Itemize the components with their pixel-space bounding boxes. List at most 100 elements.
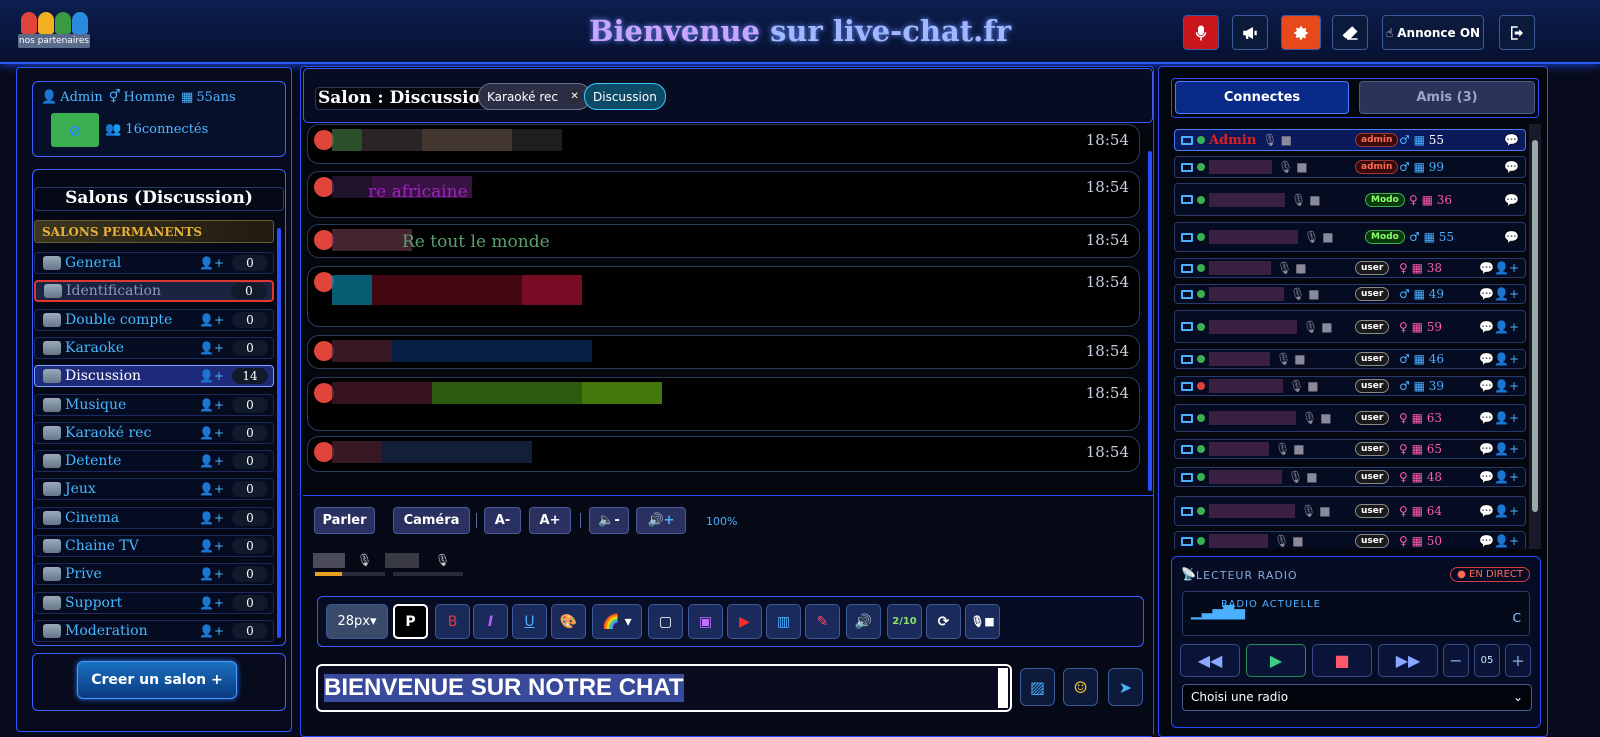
radio-select[interactable]: Choisi une radio ⌄ xyxy=(1182,684,1532,711)
play-button[interactable]: ▶ xyxy=(1246,644,1306,677)
add-user-icon[interactable]: 👤+ xyxy=(199,482,224,496)
add-user-icon[interactable]: 👤+ xyxy=(199,539,224,553)
tab-connected[interactable]: Connectes xyxy=(1175,81,1349,114)
input-scrollbar[interactable] xyxy=(998,668,1008,708)
chat-bubble-icon[interactable]: 💬👤+ xyxy=(1479,352,1519,366)
user-row[interactable]: 🎙 ■ user ♀ ▦ 50 💬👤+ xyxy=(1174,531,1526,549)
user-row[interactable]: 🎙 ■ user ♂ ▦ 49 💬👤+ xyxy=(1174,284,1526,304)
gallery-button[interactable]: ▣ xyxy=(688,604,723,639)
chat-bubble-icon[interactable]: 💬 xyxy=(1504,160,1519,174)
salon-item[interactable]: Identification 0 xyxy=(34,280,274,303)
chat-bubble-icon[interactable]: 💬👤+ xyxy=(1479,442,1519,456)
user-row[interactable]: Admin 🎙 ■ admin ♂ ▦ 55 💬 xyxy=(1174,129,1526,151)
logout-button[interactable] xyxy=(1499,15,1535,50)
send-button[interactable]: ➤ xyxy=(1108,668,1143,706)
chat-bubble-icon[interactable]: 💬👤+ xyxy=(1479,470,1519,484)
microphone-button[interactable] xyxy=(1183,15,1219,50)
underline-button[interactable]: U xyxy=(512,604,547,639)
chat-bubble-icon[interactable]: 💬👤+ xyxy=(1479,320,1519,334)
salon-item[interactable]: Moderation 👤+ 0 xyxy=(34,619,274,642)
tab-discussion[interactable]: Discussion xyxy=(584,83,666,110)
announce-button[interactable]: ☝ Annonce ON xyxy=(1382,15,1484,50)
chat-bubble-icon[interactable]: 💬👤+ xyxy=(1479,534,1519,548)
chat-scrollbar[interactable] xyxy=(1148,151,1152,491)
message-input[interactable]: BIENVENUE SUR NOTRE CHAT xyxy=(316,664,1012,712)
volume-minus-button[interactable]: − xyxy=(1443,644,1469,677)
add-user-icon[interactable]: 👤+ xyxy=(199,426,224,440)
eraser-button[interactable] xyxy=(1332,15,1368,50)
salon-item[interactable]: Karaoké rec 👤+ 0 xyxy=(34,421,274,444)
stop-button[interactable]: ■ xyxy=(1312,644,1372,677)
speak-button[interactable]: Parler xyxy=(314,507,375,534)
image-button[interactable]: ▨ xyxy=(1020,668,1055,706)
salon-item[interactable]: Support 👤+ 0 xyxy=(34,591,274,614)
mic-camera-button[interactable]: 🎙■ xyxy=(965,604,1000,639)
tab-friends[interactable]: Amis (3) xyxy=(1359,81,1535,114)
chat-bubble-icon[interactable]: 💬👤+ xyxy=(1479,504,1519,518)
user-row[interactable]: 🎙 ■ user ♂ ▦ 39 💬👤+ xyxy=(1174,376,1526,396)
user-list-scrollbar[interactable] xyxy=(1529,124,1541,549)
salon-item[interactable]: Prive 👤+ 0 xyxy=(34,563,274,586)
chat-bubble-icon[interactable]: 💬👤+ xyxy=(1479,379,1519,393)
settings-button[interactable] xyxy=(1281,15,1321,50)
tab-karaoke-rec[interactable]: Karaoké rec ✕ xyxy=(478,83,592,110)
chat-bubble-icon[interactable]: 💬👤+ xyxy=(1479,287,1519,301)
salon-item[interactable]: Cinema 👤+ 0 xyxy=(34,506,274,529)
gradient-button[interactable]: 🌈 ▾ xyxy=(592,604,642,639)
chat-bubble-icon[interactable]: 💬 xyxy=(1504,230,1519,244)
add-user-icon[interactable]: 👤+ xyxy=(199,454,224,468)
emoji-button[interactable]: ☺ xyxy=(1063,668,1098,706)
user-row[interactable]: 🎙 ■ user ♀ ▦ 64 💬👤+ xyxy=(1174,496,1526,526)
visibility-toggle-button[interactable]: ⊘ xyxy=(51,113,99,147)
italic-button[interactable]: I xyxy=(473,604,508,639)
palette-button[interactable]: 🎨 xyxy=(551,604,586,639)
user-row[interactable]: 🎙 ■ user ♀ ▦ 65 💬👤+ xyxy=(1174,439,1526,459)
salon-item[interactable]: Discussion 👤+ 14 xyxy=(34,365,274,388)
salon-item[interactable]: Musique 👤+ 0 xyxy=(34,393,274,416)
bold-p-button[interactable]: P xyxy=(393,604,428,639)
user-row[interactable]: 🎙 ■ user ♂ ▦ 46 💬👤+ xyxy=(1174,349,1526,369)
add-user-icon[interactable]: 👤+ xyxy=(199,624,224,638)
user-row[interactable]: 🎙 ■ Modo ♀ ▦ 36 💬 xyxy=(1174,183,1526,216)
user-row[interactable]: 🎙 ■ user ♀ ▦ 48 💬👤+ xyxy=(1174,467,1526,487)
building-button[interactable]: ▥ xyxy=(766,604,801,639)
salon-item[interactable]: Detente 👤+ 0 xyxy=(34,450,274,473)
salon-item[interactable]: General 👤+ 0 xyxy=(34,252,274,274)
youtube-button[interactable]: ▶ xyxy=(727,604,762,639)
brush-button[interactable]: ✎ xyxy=(805,604,840,639)
add-user-icon[interactable]: 👤+ xyxy=(199,256,224,270)
sound-button[interactable]: 🔊 xyxy=(846,604,881,639)
salons-scrollbar[interactable] xyxy=(277,228,281,638)
megaphone-button[interactable] xyxy=(1232,15,1268,50)
salon-item[interactable]: Jeux 👤+ 0 xyxy=(34,478,274,501)
chat-bubble-icon[interactable]: 💬👤+ xyxy=(1479,261,1519,275)
add-user-icon[interactable]: 👤+ xyxy=(199,313,224,327)
volume-up-button[interactable]: 🔊+ xyxy=(636,507,686,534)
camera-button[interactable]: Caméra xyxy=(393,507,470,534)
user-row[interactable]: 🎙 ■ user ♀ ▦ 38 💬👤+ xyxy=(1174,258,1526,278)
volume-down-button[interactable]: 🔈- xyxy=(589,507,629,534)
add-user-icon[interactable]: 👤+ xyxy=(199,567,224,581)
add-user-icon[interactable]: 👤+ xyxy=(199,398,224,412)
user-row[interactable]: 🎙 ■ user ♀ ▦ 63 💬👤+ xyxy=(1174,404,1526,432)
salon-item[interactable]: Chaine TV 👤+ 0 xyxy=(34,535,274,557)
salon-item[interactable]: Karaoke 👤+ 0 xyxy=(34,336,274,359)
sticker-button[interactable]: ▢ xyxy=(648,604,683,639)
salon-item[interactable]: Double compte 👤+ 0 xyxy=(34,308,274,331)
chat-bubble-icon[interactable]: 💬 xyxy=(1504,133,1519,147)
previous-button[interactable]: ◀◀ xyxy=(1180,644,1240,677)
bold-button[interactable]: B xyxy=(435,604,470,639)
close-icon[interactable]: ✕ xyxy=(567,89,583,104)
create-salon-button[interactable]: Creer un salon + xyxy=(77,661,237,699)
add-user-icon[interactable]: 👤+ xyxy=(199,596,224,610)
add-user-icon[interactable]: 👤+ xyxy=(199,369,224,383)
user-row[interactable]: 🎙 ■ Modo ♂ ▦ 55 💬 xyxy=(1174,222,1526,252)
add-user-icon[interactable]: 👤+ xyxy=(199,341,224,355)
user-row[interactable]: 🎙 ■ user ♀ ▦ 59 💬👤+ xyxy=(1174,310,1526,343)
volume-plus-button[interactable]: + xyxy=(1505,644,1531,677)
next-button[interactable]: ▶▶ xyxy=(1378,644,1438,677)
font-increase-button[interactable]: A+ xyxy=(529,507,571,534)
font-size-select[interactable]: 28px ▾ xyxy=(326,604,388,639)
chat-bubble-icon[interactable]: 💬 xyxy=(1504,193,1519,207)
refresh-button[interactable]: ⟳ xyxy=(926,604,961,639)
